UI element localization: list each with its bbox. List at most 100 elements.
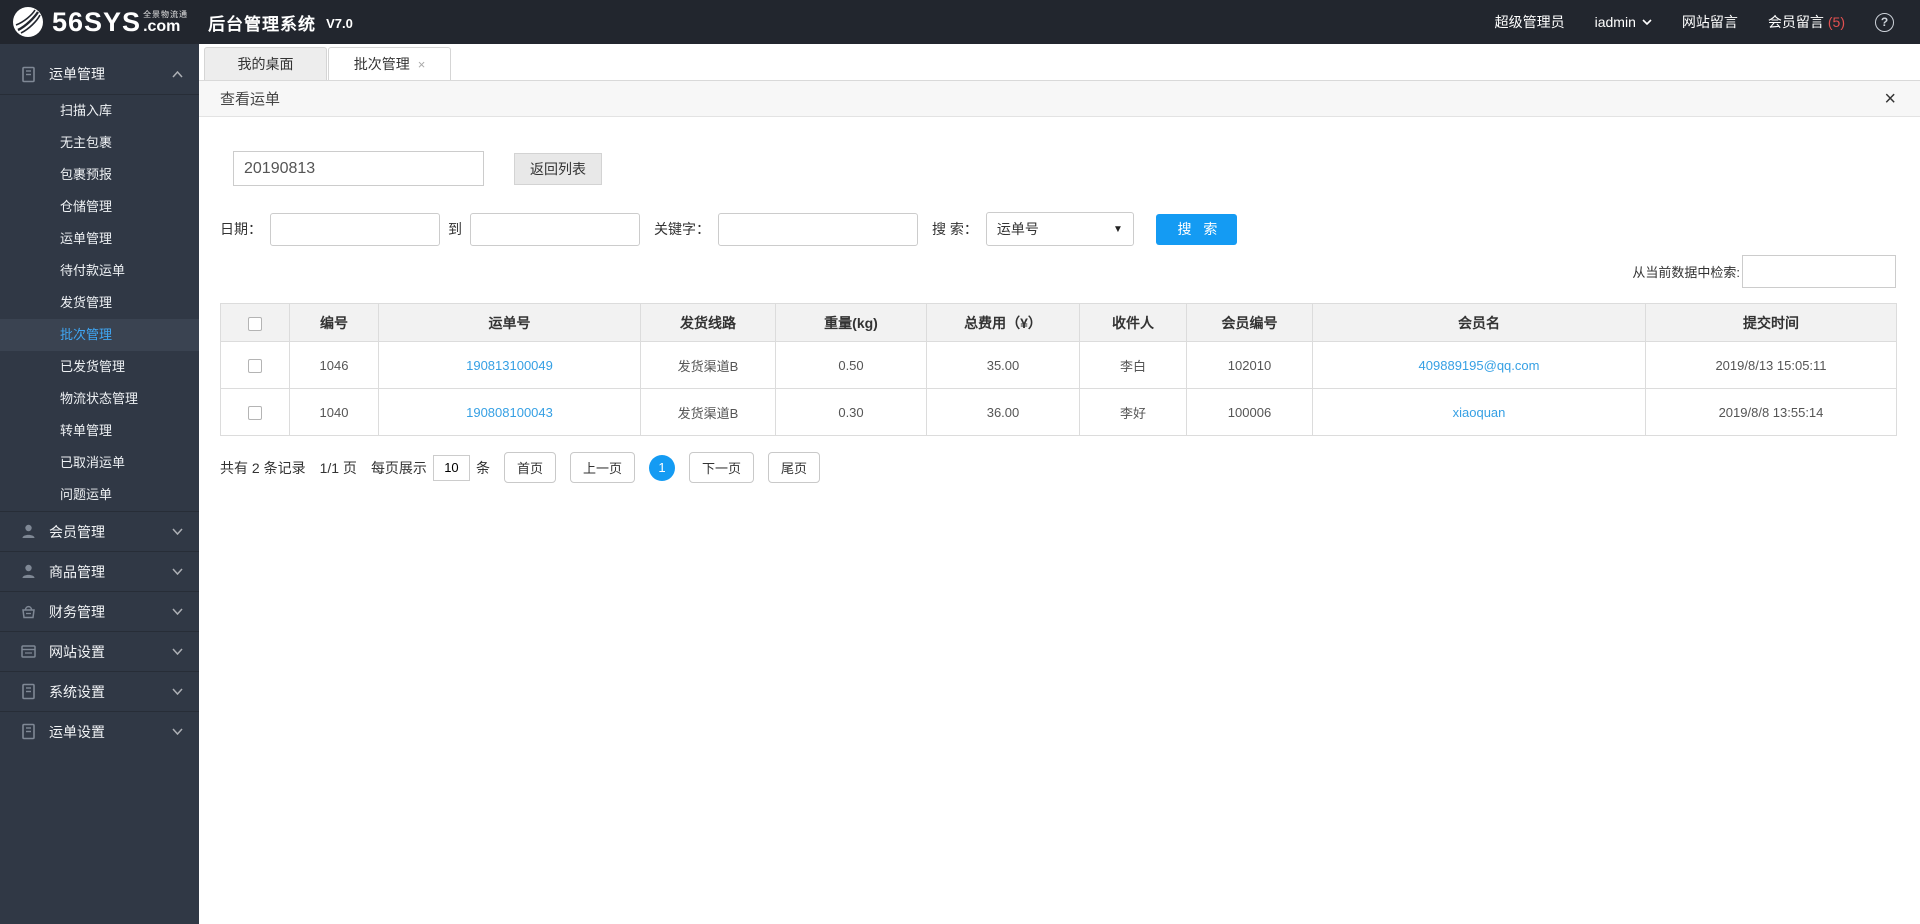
search-type-label: 搜 索：: [932, 219, 978, 239]
cell-weight: 0.50: [776, 342, 927, 389]
panel-content: 返回列表 日期： 到 关键字： 搜 索： 运单号 ▼ 搜 索: [199, 117, 1920, 924]
batch-number-input[interactable]: [233, 151, 484, 186]
sidebar-item-problem-waybills[interactable]: 问题运单: [0, 479, 199, 511]
member-messages-link[interactable]: 会员留言(5): [1768, 12, 1845, 32]
quick-filter-label: 从当前数据中检索:: [1632, 262, 1740, 281]
back-to-list-button[interactable]: 返回列表: [514, 153, 602, 185]
sidebar-item-warehouse-management[interactable]: 仓储管理: [0, 191, 199, 223]
tab-label: 我的桌面: [238, 54, 294, 74]
sidebar-item-cancelled-waybills[interactable]: 已取消运单: [0, 447, 199, 479]
chevron-down-icon: [172, 568, 183, 575]
search-type-select[interactable]: 运单号 ▼: [986, 212, 1134, 246]
member-name-link[interactable]: 409889195@qq.com: [1419, 358, 1540, 373]
keyword-label: 关键字：: [654, 219, 710, 239]
sidebar-item-scan-inbound[interactable]: 扫描入库: [0, 95, 199, 127]
quick-filter-input[interactable]: [1742, 255, 1896, 288]
column-header-recipient: 收件人: [1080, 304, 1187, 342]
document-icon: [20, 683, 37, 700]
next-page-button[interactable]: 下一页: [689, 452, 754, 483]
first-page-button[interactable]: 首页: [504, 452, 556, 483]
window-icon: [20, 643, 37, 660]
sidebar-item-shipping-management[interactable]: 发货管理: [0, 287, 199, 319]
tab-my-desktop[interactable]: 我的桌面: [204, 47, 327, 80]
sidebar-section-label: 运单设置: [49, 722, 105, 742]
sidebar-item-transfer-management[interactable]: 转单管理: [0, 415, 199, 447]
sidebar-section-system-settings[interactable]: 系统设置: [0, 671, 199, 711]
batch-row: 返回列表: [233, 151, 1896, 186]
sidebar: 运单管理 扫描入库 无主包裹 包裹预报 仓储管理 运单管理 待付款运单 发货管理…: [0, 44, 199, 924]
select-caret-icon: ▼: [1113, 224, 1123, 235]
panel-header: 查看运单 ×: [199, 81, 1920, 117]
user-menu[interactable]: iadmin: [1595, 14, 1652, 30]
tab-batch-management[interactable]: 批次管理 ×: [328, 47, 451, 80]
column-header-weight: 重量(kg): [776, 304, 927, 342]
tab-close-icon[interactable]: ×: [418, 57, 426, 72]
table-row: 1040 190808100043 发货渠道B 0.30 36.00 李好 10…: [221, 389, 1897, 436]
sidebar-section-waybill-management[interactable]: 运单管理: [0, 54, 199, 94]
keyword-input[interactable]: [718, 213, 918, 246]
row-checkbox[interactable]: [248, 406, 262, 420]
waybill-table: 编号 运单号 发货线路 重量(kg) 总费用（¥） 收件人 会员编号 会员名 提…: [220, 303, 1897, 436]
date-from-input[interactable]: [270, 213, 440, 246]
record-count-text: 共有 2 条记录: [220, 458, 306, 478]
waybill-link[interactable]: 190808100043: [466, 405, 553, 420]
select-all-checkbox[interactable]: [248, 317, 262, 331]
prev-page-button[interactable]: 上一页: [570, 452, 635, 483]
search-button[interactable]: 搜 索: [1156, 214, 1237, 245]
select-all-header: [221, 304, 290, 342]
sidebar-item-logistics-status[interactable]: 物流状态管理: [0, 383, 199, 415]
sidebar-item-batch-management[interactable]: 批次管理: [0, 319, 199, 351]
chevron-down-icon: [172, 648, 183, 655]
cell-submitted: 2019/8/13 15:05:11: [1646, 342, 1897, 389]
chevron-up-icon: [172, 71, 183, 78]
topbar-right: 超级管理员 iadmin 网站留言 会员留言(5) ?: [1465, 12, 1894, 32]
cell-submitted: 2019/8/8 13:55:14: [1646, 389, 1897, 436]
sidebar-item-waybill-management[interactable]: 运单管理: [0, 223, 199, 255]
site-messages-link[interactable]: 网站留言: [1682, 12, 1738, 32]
sidebar-section-label: 运单管理: [49, 64, 105, 84]
cell-route: 发货渠道B: [641, 389, 776, 436]
close-icon[interactable]: ×: [1884, 89, 1896, 109]
per-page-label: 每页展示: [371, 458, 427, 478]
username-label: iadmin: [1595, 14, 1636, 30]
sidebar-item-pending-payment[interactable]: 待付款运单: [0, 255, 199, 287]
sidebar-section-website-settings[interactable]: 网站设置: [0, 631, 199, 671]
row-checkbox[interactable]: [248, 359, 262, 373]
date-label: 日期：: [220, 219, 262, 239]
sidebar-section-member-management[interactable]: 会员管理: [0, 511, 199, 551]
member-messages-label: 会员留言: [1768, 14, 1824, 30]
sidebar-section-waybill-settings[interactable]: 运单设置: [0, 711, 199, 751]
user-icon: [20, 523, 37, 540]
per-page-input[interactable]: [433, 455, 470, 481]
sidebar-item-shipped-management[interactable]: 已发货管理: [0, 351, 199, 383]
tab-label: 批次管理: [354, 54, 410, 74]
last-page-button[interactable]: 尾页: [768, 452, 820, 483]
sidebar-section-label: 网站设置: [49, 642, 105, 662]
help-icon[interactable]: ?: [1875, 13, 1894, 32]
top-header: 56SYS 全景物流通 .com 后台管理系统 V7.0 超级管理员 iadmi…: [0, 0, 1920, 44]
chevron-down-icon: [172, 528, 183, 535]
member-name-link[interactable]: xiaoquan: [1453, 405, 1506, 420]
user-icon: [20, 563, 37, 580]
column-header-id: 编号: [290, 304, 379, 342]
tab-bar: 我的桌面 批次管理 ×: [199, 44, 1920, 81]
brand-com: .com: [143, 19, 180, 34]
sidebar-submenu: 扫描入库 无主包裹 包裹预报 仓储管理 运单管理 待付款运单 发货管理 批次管理…: [0, 94, 199, 511]
sidebar-item-parcel-forecast[interactable]: 包裹预报: [0, 159, 199, 191]
table-header-row: 编号 运单号 发货线路 重量(kg) 总费用（¥） 收件人 会员编号 会员名 提…: [221, 304, 1897, 342]
app-root: 56SYS 全景物流通 .com 后台管理系统 V7.0 超级管理员 iadmi…: [0, 0, 1920, 924]
waybill-link[interactable]: 190813100049: [466, 358, 553, 373]
chevron-down-icon: [172, 688, 183, 695]
main-area: 我的桌面 批次管理 × 查看运单 × 返回列表 日期：: [199, 44, 1920, 924]
sidebar-item-unclaimed-parcels[interactable]: 无主包裹: [0, 127, 199, 159]
current-page-indicator[interactable]: 1: [649, 455, 675, 481]
brand-name: 56SYS: [52, 7, 141, 38]
sidebar-section-product-management[interactable]: 商品管理: [0, 551, 199, 591]
sidebar-section-label: 会员管理: [49, 522, 105, 542]
column-header-route: 发货线路: [641, 304, 776, 342]
member-message-count-badge: (5): [1828, 14, 1845, 30]
cell-fee: 36.00: [927, 389, 1080, 436]
sidebar-section-finance-management[interactable]: 财务管理: [0, 591, 199, 631]
date-to-input[interactable]: [470, 213, 640, 246]
sidebar-section-label: 商品管理: [49, 562, 105, 582]
